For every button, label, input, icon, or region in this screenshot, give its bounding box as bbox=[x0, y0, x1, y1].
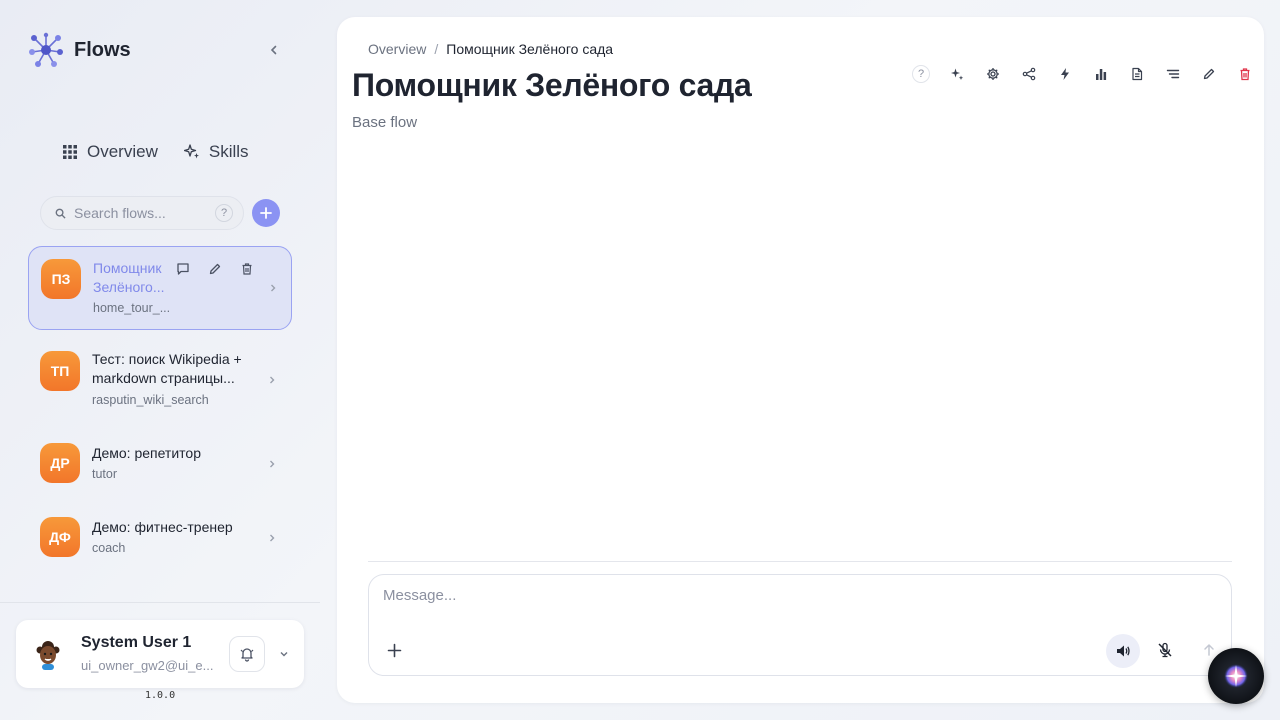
flow-slug: coach bbox=[92, 541, 126, 555]
flow-toolbar: ? bbox=[903, 64, 1263, 84]
chevron-right-icon bbox=[270, 460, 275, 468]
app-version: 1.0.0 bbox=[145, 690, 176, 701]
nav-skills[interactable]: Skills bbox=[183, 142, 249, 162]
edit-button[interactable] bbox=[1191, 64, 1227, 84]
collapse-sidebar-button[interactable] bbox=[264, 40, 284, 60]
sidebar-nav: Overview Skills bbox=[62, 142, 249, 162]
notifications-button[interactable] bbox=[229, 636, 265, 672]
speaker-toggle-button[interactable] bbox=[1106, 634, 1140, 668]
assistant-sparkle-icon bbox=[1224, 664, 1248, 688]
flow-row-actions bbox=[175, 261, 255, 277]
breadcrumb-separator: / bbox=[434, 41, 439, 57]
add-flow-button[interactable] bbox=[252, 199, 280, 227]
document-button[interactable] bbox=[1119, 64, 1155, 84]
settings-button[interactable] bbox=[975, 64, 1011, 84]
sidebar-divider bbox=[0, 602, 320, 603]
flow-avatar: ТП bbox=[40, 351, 80, 391]
chevron-right-icon bbox=[270, 376, 275, 384]
flow-avatar: ПЗ bbox=[41, 259, 81, 299]
search-box: ? bbox=[40, 196, 244, 230]
chevron-left-icon bbox=[270, 45, 277, 55]
list-button[interactable] bbox=[1155, 64, 1191, 84]
settings-gear-icon bbox=[987, 68, 999, 80]
flow-title: Демо: фитнес-тренер bbox=[92, 519, 233, 535]
breadcrumb-current: Помощник Зелёного сада bbox=[446, 41, 614, 57]
flow-list-item[interactable]: ДФ Демо: фитнес-тренер coach bbox=[28, 508, 292, 568]
app-name: Flows bbox=[74, 38, 131, 61]
search-icon bbox=[55, 208, 66, 219]
flow-title-line1: Помощник bbox=[93, 260, 162, 276]
analytics-button[interactable] bbox=[1083, 64, 1119, 84]
flow-avatar: ДФ bbox=[40, 517, 80, 557]
share-button[interactable] bbox=[1011, 64, 1047, 84]
nav-skills-label: Skills bbox=[208, 142, 249, 161]
search-input[interactable] bbox=[74, 205, 204, 221]
mic-off-button[interactable] bbox=[1155, 640, 1175, 660]
plus-icon bbox=[260, 207, 272, 219]
lightning-icon bbox=[1061, 68, 1069, 80]
flow-slug: home_tour_... bbox=[93, 301, 171, 315]
help-button[interactable]: ? bbox=[903, 64, 939, 84]
chat-divider bbox=[368, 561, 1232, 562]
flow-title-line2: Зелёного... bbox=[93, 279, 165, 295]
list-icon bbox=[1166, 69, 1180, 79]
page-subtitle: Base flow bbox=[352, 114, 418, 131]
page-title: Помощник Зелёного сада bbox=[352, 67, 752, 103]
attach-button[interactable] bbox=[383, 639, 405, 661]
edit-pencil-icon[interactable] bbox=[207, 261, 223, 277]
speaker-icon bbox=[1117, 645, 1130, 657]
bell-icon bbox=[240, 648, 254, 662]
help-icon: ? bbox=[912, 65, 930, 83]
flow-title: Помощник Зелёного... bbox=[93, 259, 165, 297]
message-input[interactable] bbox=[383, 587, 1203, 617]
chat-icon[interactable] bbox=[175, 261, 191, 277]
flow-title-line1: Тест: поиск Wikipedia + bbox=[92, 351, 242, 367]
user-avatar bbox=[36, 641, 60, 670]
flow-slug: tutor bbox=[92, 467, 118, 481]
main-panel: Overview / Помощник Зелёного сада Помощн… bbox=[337, 17, 1264, 703]
assistant-orb-button[interactable] bbox=[1208, 648, 1264, 704]
breadcrumb: Overview / Помощник Зелёного сада bbox=[368, 41, 613, 57]
user-name: System User 1 bbox=[81, 634, 192, 651]
flows-logo-icon bbox=[29, 32, 63, 67]
flow-title-line2: markdown страницы... bbox=[92, 370, 235, 386]
flow-avatar: ДР bbox=[40, 443, 80, 483]
plus-icon bbox=[387, 643, 401, 657]
document-icon bbox=[1132, 67, 1143, 81]
brand[interactable]: Flows bbox=[28, 32, 131, 68]
flow-title: Демо: репетитор bbox=[92, 445, 201, 461]
arrow-up-icon bbox=[1204, 643, 1214, 656]
grid-icon bbox=[63, 145, 77, 159]
delete-trash-icon bbox=[1240, 68, 1250, 81]
message-composer bbox=[368, 574, 1232, 676]
mic-off-icon bbox=[1158, 642, 1172, 658]
analytics-chart-icon bbox=[1096, 69, 1107, 80]
flow-title: Тест: поиск Wikipedia + markdown страниц… bbox=[92, 350, 242, 388]
triggers-button[interactable] bbox=[1047, 64, 1083, 84]
share-icon bbox=[1022, 67, 1036, 81]
flow-list-item[interactable]: ДР Демо: репетитор tutor bbox=[28, 434, 292, 494]
user-card[interactable]: System User 1 ui_owner_gw2@ui_e... bbox=[16, 620, 304, 688]
ai-sparkle-button[interactable] bbox=[939, 64, 975, 84]
chevron-down-icon[interactable] bbox=[278, 648, 290, 660]
flow-list-item[interactable]: ТП Тест: поиск Wikipedia + markdown стра… bbox=[28, 340, 292, 420]
chevron-right-icon bbox=[270, 534, 275, 542]
flow-list-item[interactable]: ПЗ Помощник Зелёного... home_tour_... bbox=[28, 246, 292, 330]
nav-overview[interactable]: Overview bbox=[62, 142, 158, 162]
flow-slug: rasputin_wiki_search bbox=[92, 393, 209, 407]
search-help-icon[interactable]: ? bbox=[215, 204, 233, 222]
edit-pencil-icon bbox=[1203, 68, 1215, 80]
sparkle-icon bbox=[183, 144, 199, 159]
nav-overview-label: Overview bbox=[87, 142, 158, 161]
user-email: ui_owner_gw2@ui_e... bbox=[81, 658, 214, 673]
sidebar: Flows Overview Skills ? ПЗ Помощник Зелё… bbox=[0, 0, 320, 720]
sparkle-icon bbox=[951, 68, 964, 80]
delete-trash-icon[interactable] bbox=[239, 261, 255, 277]
delete-button[interactable] bbox=[1227, 64, 1263, 84]
breadcrumb-overview-link[interactable]: Overview bbox=[368, 41, 426, 57]
chevron-right-icon bbox=[271, 284, 276, 292]
